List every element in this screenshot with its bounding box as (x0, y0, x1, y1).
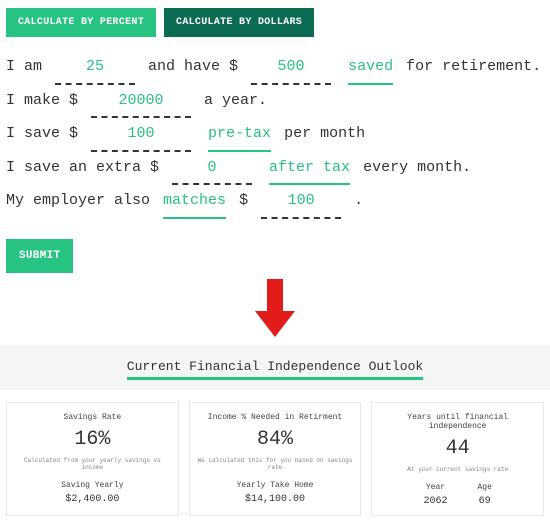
card-foot-value: 2062 (423, 496, 447, 507)
age-input[interactable]: 25 (55, 51, 135, 85)
card-value: 84% (196, 428, 355, 451)
card-foot-heading: Yearly Take Home (237, 481, 314, 490)
tab-bar: CALCULATE BY PERCENT CALCULATE BY DOLLAR… (0, 0, 550, 51)
card-heading: Years until financial independence (378, 413, 537, 431)
text: I save an extra $ (6, 159, 168, 176)
card-foot-value: $14,100.00 (245, 494, 305, 505)
pretax-input[interactable]: 100 (91, 118, 191, 152)
text: My employer also (6, 192, 159, 209)
matches-link[interactable]: matches (163, 185, 226, 219)
card-foot-heading: Age (477, 483, 491, 492)
text: I make $ (6, 92, 87, 109)
card-income-needed: Income % Needed in Retirment 84% We calc… (189, 402, 362, 516)
calculator-form: I am 25 and have $ 500 saved for retirem… (0, 51, 550, 233)
text: . (354, 192, 363, 209)
card-foot-value: $2,400.00 (65, 494, 119, 505)
text: and have $ (148, 58, 247, 75)
saved-input[interactable]: 500 (251, 51, 331, 85)
card-subtext: Calculated from your yearly savings vs i… (13, 457, 172, 471)
text: I am (6, 58, 51, 75)
card-heading: Savings Rate (13, 413, 172, 422)
text: a year. (204, 92, 267, 109)
pretax-link[interactable]: pre-tax (208, 118, 271, 152)
cards-row: Savings Rate 16% Calculated from your ye… (0, 390, 550, 522)
card-years: Years until financial independence 44 At… (371, 402, 544, 516)
arrow-icon (0, 279, 550, 339)
aftertax-link[interactable]: after tax (269, 152, 350, 186)
card-foot-heading: Saving Yearly (61, 481, 123, 490)
submit-button[interactable]: SUBMIT (6, 239, 73, 273)
text: $ (239, 192, 257, 209)
outlook-title: Current Financial Independence Outlook (6, 359, 544, 380)
income-input[interactable]: 20000 (91, 85, 191, 119)
card-subtext: At your current savings rate (378, 466, 537, 473)
card-heading: Income % Needed in Retirment (196, 413, 355, 422)
saved-link[interactable]: saved (348, 51, 393, 85)
match-input[interactable]: 100 (261, 185, 341, 219)
text: per month (284, 125, 365, 142)
card-foot-value: 69 (479, 496, 491, 507)
card-subtext: We calculated this for you based on savi… (196, 457, 355, 471)
card-value: 44 (378, 437, 537, 460)
tab-dollars[interactable]: CALCULATE BY DOLLARS (164, 8, 314, 37)
aftertax-input[interactable]: 0 (172, 152, 252, 186)
card-foot-heading: Year (426, 483, 445, 492)
text: every month. (363, 159, 471, 176)
card-savings-rate: Savings Rate 16% Calculated from your ye… (6, 402, 179, 516)
text: I save $ (6, 125, 87, 142)
card-value: 16% (13, 428, 172, 451)
outlook-section: Current Financial Independence Outlook (0, 345, 550, 390)
tab-percent[interactable]: CALCULATE BY PERCENT (6, 8, 156, 37)
text: for retirement. (406, 58, 541, 75)
